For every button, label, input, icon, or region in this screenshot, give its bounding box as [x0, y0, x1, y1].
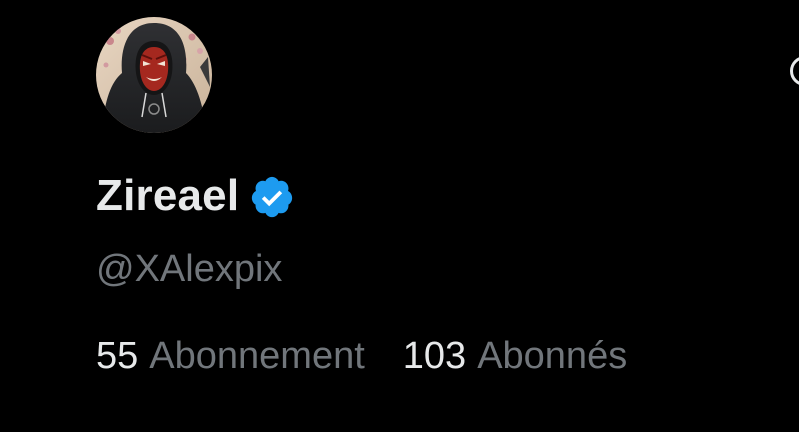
edge-circle-button[interactable]	[790, 56, 799, 86]
followers-count: 103	[402, 335, 467, 377]
following-label: Abonnement	[149, 335, 365, 377]
name-row: Zireael	[96, 170, 295, 222]
follow-stats: 55 Abonnement 103 Abonnés	[96, 333, 627, 379]
avatar[interactable]	[96, 17, 212, 133]
user-handle: @XAlexpix	[96, 248, 283, 290]
followers-stat-link[interactable]: 103 Abonnés	[403, 333, 627, 379]
avatar-image	[96, 17, 212, 133]
verified-badge-icon[interactable]	[249, 174, 295, 220]
following-count: 55	[96, 335, 139, 377]
profile-header: Zireael @XAlexpix 55 Abonnement 103 Abon…	[0, 0, 799, 432]
following-stat-link[interactable]: 55 Abonnement	[96, 333, 365, 379]
followers-label: Abonnés	[477, 335, 628, 377]
display-name: Zireael	[96, 171, 240, 220]
